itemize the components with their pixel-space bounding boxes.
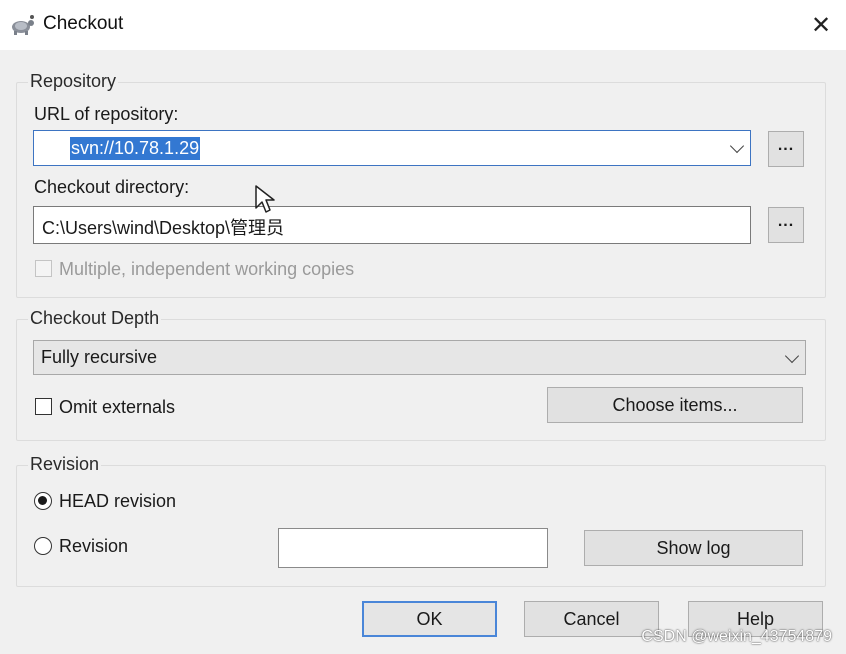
checkout-directory-input[interactable]: C:\Users\wind\Desktop\管理员 xyxy=(33,206,751,244)
checkout-directory-value: C:\Users\wind\Desktop\管理员 xyxy=(42,218,285,238)
omit-externals-label: Omit externals xyxy=(59,397,176,417)
url-combobox[interactable]: svn://10.78.1.29 xyxy=(33,130,751,166)
url-label: URL of repository: xyxy=(34,104,179,124)
head-revision-radio[interactable] xyxy=(34,492,52,510)
revision-radio[interactable] xyxy=(34,537,52,555)
chevron-down-icon[interactable] xyxy=(729,138,745,154)
head-revision-label: HEAD revision xyxy=(59,491,177,511)
revision-input[interactable] xyxy=(278,528,548,568)
revision-group-label: Revision xyxy=(28,454,102,475)
multiple-copies-label: Multiple, independent working copies xyxy=(59,259,355,279)
url-browse-button[interactable]: ... xyxy=(768,131,804,167)
cancel-button[interactable]: Cancel xyxy=(524,601,659,637)
depth-group-label: Checkout Depth xyxy=(28,308,162,329)
directory-browse-button[interactable]: ... xyxy=(768,207,804,243)
checkout-directory-label: Checkout directory: xyxy=(34,177,190,197)
repository-group-label: Repository xyxy=(28,71,119,92)
multiple-copies-checkbox[interactable] xyxy=(35,260,52,277)
revision-group xyxy=(16,465,826,587)
depth-selected: Fully recursive xyxy=(41,347,158,367)
window-title: Checkout xyxy=(43,13,124,34)
close-icon: ✕ xyxy=(810,11,832,39)
watermark: CSDN @weixin_43754879 xyxy=(641,628,832,645)
chevron-down-icon[interactable] xyxy=(784,348,800,363)
depth-dropdown[interactable]: Fully recursive xyxy=(33,340,806,375)
show-log-button[interactable]: Show log xyxy=(584,530,803,566)
revision-label: Revision xyxy=(59,536,129,556)
ok-button[interactable]: OK xyxy=(362,601,497,637)
url-value: svn://10.78.1.29 xyxy=(70,137,201,160)
omit-externals-checkbox[interactable] xyxy=(35,398,52,415)
mouse-cursor-icon xyxy=(255,185,275,213)
choose-items-button[interactable]: Choose items... xyxy=(547,387,803,423)
close-button[interactable]: ✕ xyxy=(802,6,840,44)
tortoise-icon xyxy=(12,15,34,35)
title-bar: Checkout ✕ xyxy=(0,0,846,50)
